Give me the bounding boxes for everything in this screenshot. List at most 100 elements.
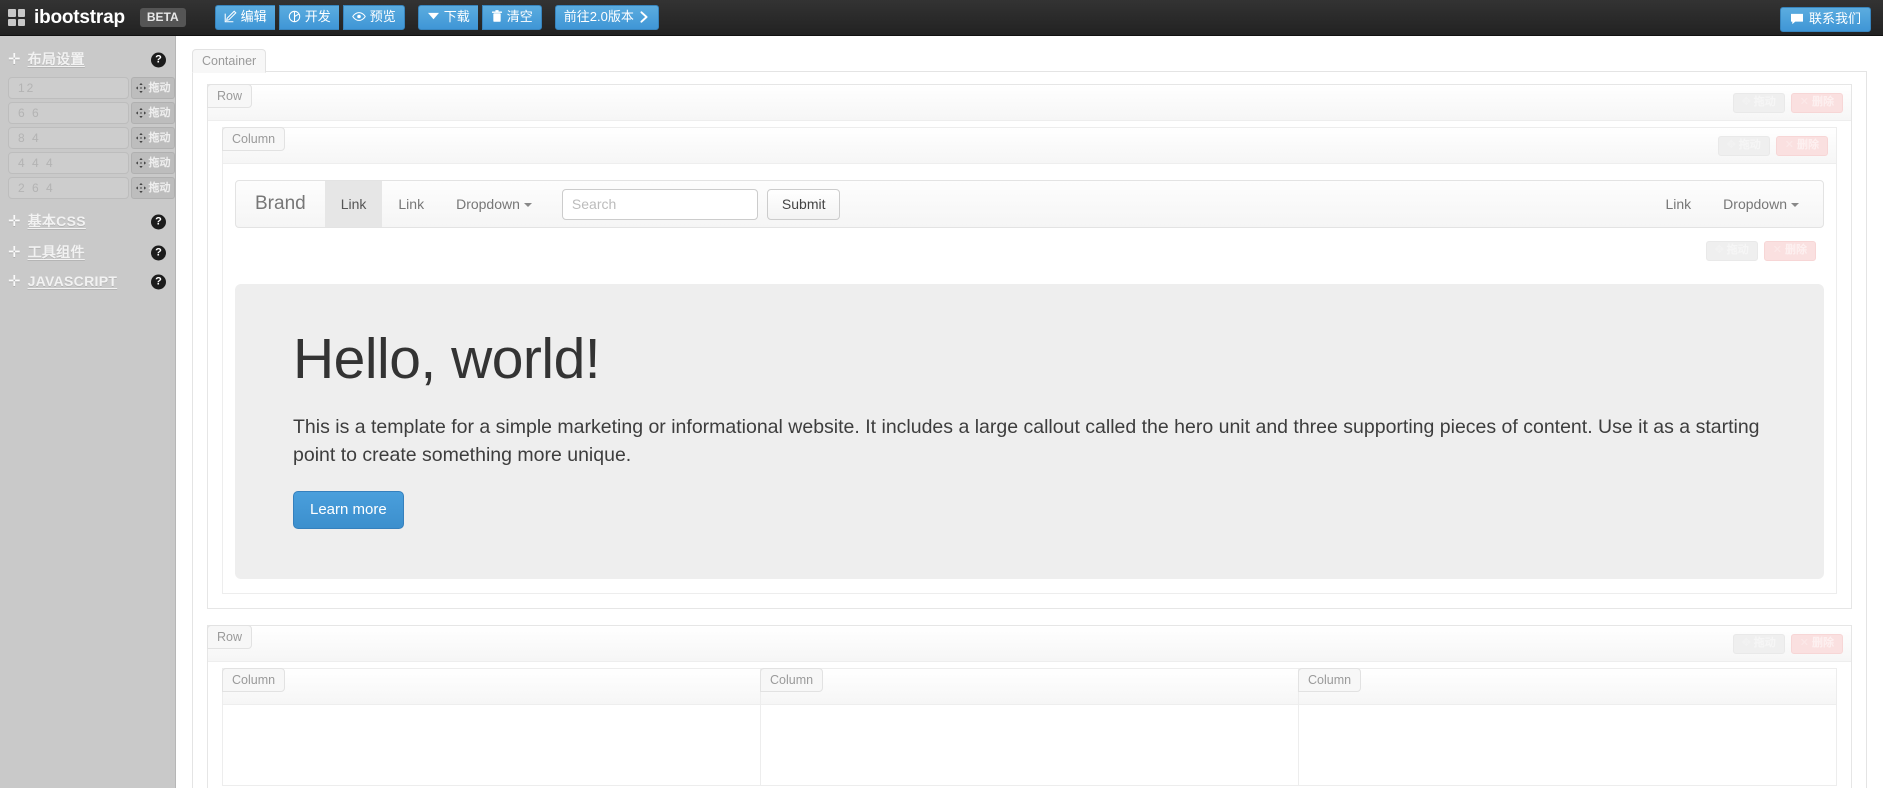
- row-tag-1[interactable]: Row: [207, 84, 252, 108]
- goto-v2-button[interactable]: 前往2.0版本: [555, 5, 659, 30]
- code-icon: [288, 10, 301, 23]
- drag-handle-label: 拖动: [149, 108, 171, 119]
- drag-handle[interactable]: 拖动: [131, 127, 175, 149]
- column-delete-button-1[interactable]: ✕ 删除: [1776, 136, 1828, 156]
- submit-button[interactable]: Submit: [767, 189, 841, 220]
- row-toolbar-1: Row ✥ 拖动 ✕ 删除: [208, 85, 1851, 121]
- hero-move-button[interactable]: ✥ 拖动: [1706, 241, 1758, 261]
- drag-handle[interactable]: 拖动: [131, 102, 175, 124]
- row-move-button-2[interactable]: ✥ 拖动: [1733, 634, 1785, 654]
- download-button[interactable]: 下载: [418, 5, 478, 30]
- column-content-4: [1299, 705, 1836, 785]
- help-icon-basic-css[interactable]: ?: [151, 214, 166, 229]
- search-input[interactable]: [562, 189, 758, 220]
- row-move-button-1[interactable]: ✥ 拖动: [1733, 93, 1785, 113]
- sidebar-section-layout-label: 布局设置: [28, 49, 85, 69]
- editor-canvas: Container Row ✥ 拖动 ✕ 删除: [176, 36, 1883, 788]
- row-body-2: Column Column Column: [208, 662, 1851, 788]
- hero-delete-label: 删除: [1785, 245, 1807, 256]
- row-delete-button-2[interactable]: ✕ 删除: [1791, 634, 1843, 654]
- hero-delete-button[interactable]: ✕ 删除: [1764, 241, 1816, 261]
- layout-preset-item[interactable]: 4 4 4 拖动: [0, 152, 175, 174]
- layout-preset-list: 12 拖动 6 6 拖动 8 4: [0, 75, 175, 206]
- sidebar-section-basic-css[interactable]: ✛ 基本CSS ?: [0, 206, 175, 237]
- sidebar-section-javascript[interactable]: ✛ JAVASCRIPT ?: [0, 268, 175, 295]
- column-tag-3[interactable]: Column: [760, 668, 823, 692]
- contact-us-label: 联系我们: [1809, 12, 1861, 26]
- drag-handle[interactable]: 拖动: [131, 152, 175, 174]
- row-delete-button-1[interactable]: ✕ 删除: [1791, 93, 1843, 113]
- column-move-label-1: 拖动: [1739, 140, 1761, 151]
- beta-badge: BETA: [140, 8, 186, 27]
- drag-handle[interactable]: 拖动: [131, 77, 175, 99]
- top-navbar: ibootstrap BETA 编辑 开发 预览: [0, 0, 1883, 36]
- help-icon-layout[interactable]: ?: [151, 52, 166, 67]
- close-icon: ✕: [1773, 245, 1782, 256]
- layout-preset-item[interactable]: 2 6 4 拖动: [0, 177, 175, 199]
- sidebar-section-basic-css-label: 基本CSS: [28, 211, 86, 231]
- navbar-dropdown[interactable]: Dropdown: [440, 181, 548, 227]
- drag-handle[interactable]: 拖动: [131, 177, 175, 199]
- move-icon: [136, 158, 146, 168]
- hero-unit-widget: Hello, world! This is a template for a s…: [235, 284, 1824, 579]
- layout-preset-item[interactable]: 12 拖动: [0, 77, 175, 99]
- drag-handle-label: 拖动: [149, 158, 171, 169]
- row-body-1: Column ✥ 拖动 ✕ 删除: [208, 121, 1851, 608]
- column-toolbar-1: Column ✥ 拖动 ✕ 删除: [223, 128, 1836, 164]
- row-toolbar-2: Row ✥ 拖动 ✕ 删除: [208, 626, 1851, 662]
- navbar-dropdown-label: Dropdown: [456, 196, 520, 212]
- navbar-right-dropdown[interactable]: Dropdown: [1707, 181, 1815, 227]
- contact-us-button[interactable]: 联系我们: [1780, 7, 1871, 32]
- navbar-right-link[interactable]: Link: [1649, 181, 1707, 227]
- column-content-1: Brand Link Link Dropdown Submit: [223, 164, 1836, 593]
- row-delete-label-2: 删除: [1812, 638, 1834, 649]
- hero-move-label: 拖动: [1727, 245, 1749, 256]
- develop-button[interactable]: 开发: [279, 5, 339, 30]
- edit-button[interactable]: 编辑: [215, 5, 275, 30]
- layout-preset-item[interactable]: 6 6 拖动: [0, 102, 175, 124]
- brand-group[interactable]: ibootstrap BETA: [8, 8, 186, 27]
- close-icon: ✕: [1800, 638, 1809, 649]
- navbar-link-2[interactable]: Link: [382, 181, 440, 227]
- toolbar: 编辑 开发 预览 下载: [215, 5, 659, 30]
- column-block-2: Column: [222, 668, 760, 786]
- row-tag-2[interactable]: Row: [207, 625, 252, 649]
- row-block-2: Row ✥ 拖动 ✕ 删除 Column: [207, 625, 1852, 788]
- help-icon-components[interactable]: ?: [151, 245, 166, 260]
- hero-body: This is a template for a simple marketin…: [293, 414, 1766, 469]
- navbar-brand[interactable]: Brand: [236, 181, 325, 227]
- navbar-search-form: Submit: [562, 189, 841, 220]
- preview-button[interactable]: 预览: [343, 5, 405, 30]
- move-icon: ✥: [1715, 245, 1724, 256]
- sidebar-section-layout[interactable]: ✛ 布局设置 ?: [0, 44, 175, 75]
- help-icon-javascript[interactable]: ?: [151, 274, 166, 289]
- layout-preset-item[interactable]: 8 4 拖动: [0, 127, 175, 149]
- goto-v2-label: 前往2.0版本: [564, 10, 634, 24]
- column-tag-1[interactable]: Column: [222, 127, 285, 151]
- sidebar-section-components-label: 工具组件: [28, 242, 85, 262]
- sidebar-section-javascript-label: JAVASCRIPT: [28, 273, 118, 289]
- trash-icon: [491, 10, 503, 23]
- container-tag[interactable]: Container: [192, 49, 266, 73]
- move-icon: ✥: [1742, 97, 1751, 108]
- learn-more-button[interactable]: Learn more: [293, 491, 404, 529]
- grid-logo-icon: [8, 9, 25, 26]
- navbar-link-1[interactable]: Link: [325, 181, 383, 227]
- clear-button[interactable]: 清空: [482, 5, 542, 30]
- app-title: ibootstrap: [34, 8, 125, 27]
- layout-preset-value: 8 4: [8, 127, 129, 149]
- chevron-right-icon: [638, 11, 650, 23]
- sidebar-section-components[interactable]: ✛ 工具组件 ?: [0, 237, 175, 268]
- clear-button-label: 清空: [507, 10, 533, 24]
- column-tag-2[interactable]: Column: [222, 668, 285, 692]
- column-block-4: Column: [1298, 668, 1837, 786]
- row-move-label-1: 拖动: [1754, 97, 1776, 108]
- column-tag-4[interactable]: Column: [1298, 668, 1361, 692]
- plus-icon: ✛: [8, 245, 21, 260]
- column-move-button-1[interactable]: ✥ 拖动: [1718, 136, 1770, 156]
- plus-icon: ✛: [8, 214, 21, 229]
- hero-title: Hello, world!: [293, 330, 1766, 390]
- download-icon: [427, 11, 440, 22]
- close-icon: ✕: [1800, 97, 1809, 108]
- row-delete-label-1: 删除: [1812, 97, 1834, 108]
